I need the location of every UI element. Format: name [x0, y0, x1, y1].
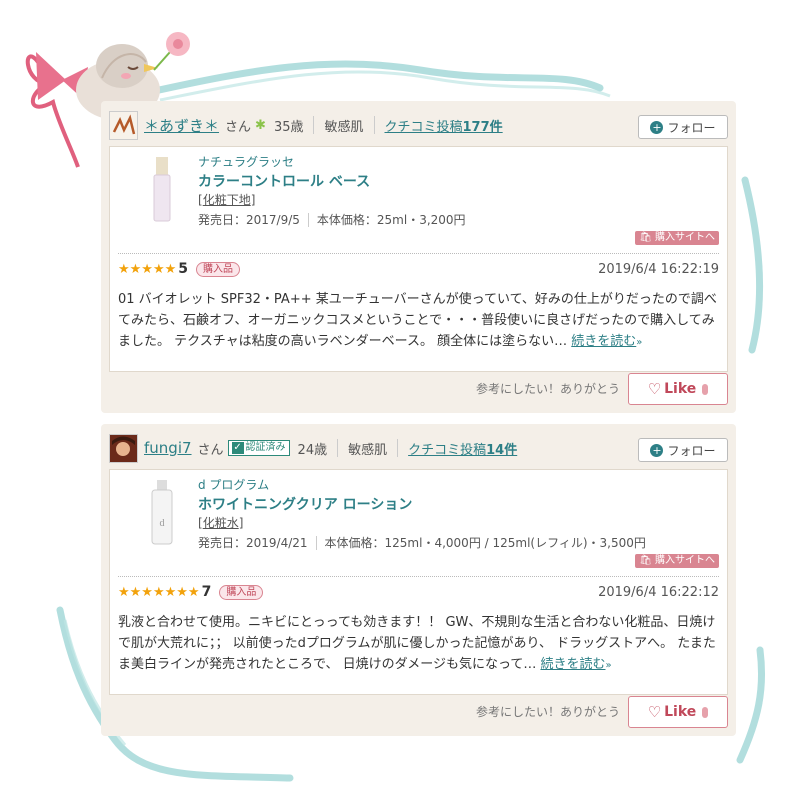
price: 本体価格：25ml・3,200円 — [316, 213, 466, 227]
reviewer-name[interactable]: ＊あずき＊ — [144, 115, 219, 136]
read-more-link[interactable]: 続きを読む — [571, 334, 636, 349]
product-meta: 発売日：2019/4/21 本体価格：125ml・4,000円 / 125ml(… — [198, 534, 646, 551]
check-icon: ✓ — [231, 442, 244, 454]
rating: ★★★★★★★ 7 購入品 — [118, 584, 264, 600]
skin-type: 敏感肌 — [324, 119, 364, 135]
follow-button[interactable]: + フォロー — [638, 115, 728, 139]
review-card-2: fungi7 さん ✓ 認証済み 24歳 敏感肌 クチコミ投稿14件 + フォロー… — [101, 424, 736, 736]
review-count-link[interactable]: クチコミ投稿14件 — [408, 439, 517, 458]
helpful-text: 参考にしたい！ありがとう — [475, 705, 620, 719]
product-name[interactable]: ホワイトニングクリア ローション — [198, 494, 412, 514]
review-text: 乳液と合わせて使用。ニキビにとっっても効きます！！ GW、不規則な生活と合わない… — [118, 615, 716, 672]
honorific: さん — [197, 442, 224, 458]
price: 本体価格：125ml・4,000円 / 125ml(レフィル)・3,500円 — [324, 536, 646, 550]
like-button[interactable]: ♡ Like — [628, 373, 728, 405]
post-date: 2019/6/4 16:22:19 — [598, 262, 719, 277]
divider — [118, 253, 719, 254]
buy-site-button[interactable]: 🛍 購入サイトへ — [635, 231, 719, 245]
product-image[interactable] — [132, 155, 192, 225]
helpful-text: 参考にしたい！ありがとう — [475, 382, 620, 396]
post-date: 2019/6/4 16:22:12 — [598, 585, 719, 600]
review-content: d d プログラム ホワイトニングクリア ローション [化粧水] 発売日：201… — [109, 469, 728, 695]
like-button[interactable]: ♡ Like — [628, 696, 728, 728]
divider — [118, 576, 719, 577]
review-count-link[interactable]: クチコミ投稿177件 — [385, 116, 503, 135]
star-icon: ✱ — [255, 117, 266, 133]
divider — [337, 439, 339, 457]
product-name[interactable]: カラーコントロール ベース — [198, 171, 370, 191]
read-more-link[interactable]: 続きを読む — [540, 657, 605, 672]
reviewer-info: ＊あずき＊ さん ✱ 35歳 敏感肌 クチコミ投稿177件 — [109, 110, 728, 140]
rating-score: 7 — [201, 584, 212, 600]
divider — [373, 116, 375, 134]
buy-site-button[interactable]: 🛍 購入サイトへ — [635, 554, 719, 568]
purchased-badge: 購入品 — [219, 584, 264, 600]
reviewer-age: 24歳 — [297, 442, 328, 458]
product-meta: 発売日：2017/9/5 本体価格：25ml・3,200円 — [198, 211, 466, 228]
rating-stars: ★★★★★ — [118, 261, 177, 277]
heart-icon: ♡ — [647, 703, 662, 721]
product-category: [化粧水] — [198, 516, 244, 530]
honorific: さん — [225, 119, 252, 135]
plus-icon: + — [650, 443, 664, 457]
rating: ★★★★★ 5 購入品 — [118, 261, 241, 277]
avatar[interactable] — [109, 110, 138, 140]
verified-badge: ✓ 認証済み — [227, 440, 290, 456]
brand-name[interactable]: ナチュラグラッセ — [198, 153, 294, 170]
svg-text:d: d — [160, 518, 165, 529]
review-card-1: ＊あずき＊ さん ✱ 35歳 敏感肌 クチコミ投稿177件 + フォロー ナチュ… — [101, 101, 736, 413]
avatar[interactable] — [109, 433, 138, 463]
follow-button[interactable]: + フォロー — [638, 438, 728, 462]
heart-icon: ♡ — [647, 380, 662, 398]
product-image[interactable]: d — [132, 478, 192, 548]
review-content: ナチュラグラッセ カラーコントロール ベース [化粧下地] 発売日：2017/9… — [109, 146, 728, 372]
plus-icon: + — [650, 120, 664, 134]
review-text: 01 バイオレット SPF32・PA++ 某ユーチューバーさんが使っていて、好み… — [118, 292, 717, 349]
release-date: 発売日：2017/9/5 — [198, 213, 300, 227]
reviewer-name[interactable]: fungi7 — [144, 439, 192, 457]
divider — [397, 439, 399, 457]
purchased-badge: 購入品 — [196, 261, 241, 277]
reviewer-age: 35歳 — [273, 119, 304, 135]
rating-score: 5 — [178, 261, 189, 277]
divider — [313, 116, 315, 134]
reviewer-info: fungi7 さん ✓ 認証済み 24歳 敏感肌 クチコミ投稿14件 — [109, 433, 728, 463]
brand-name[interactable]: d プログラム — [198, 476, 269, 493]
product-category: [化粧下地] — [198, 193, 256, 207]
skin-type: 敏感肌 — [348, 442, 388, 458]
rating-stars: ★★★★★★★ — [118, 584, 200, 600]
release-date: 発売日：2019/4/21 — [198, 536, 308, 550]
